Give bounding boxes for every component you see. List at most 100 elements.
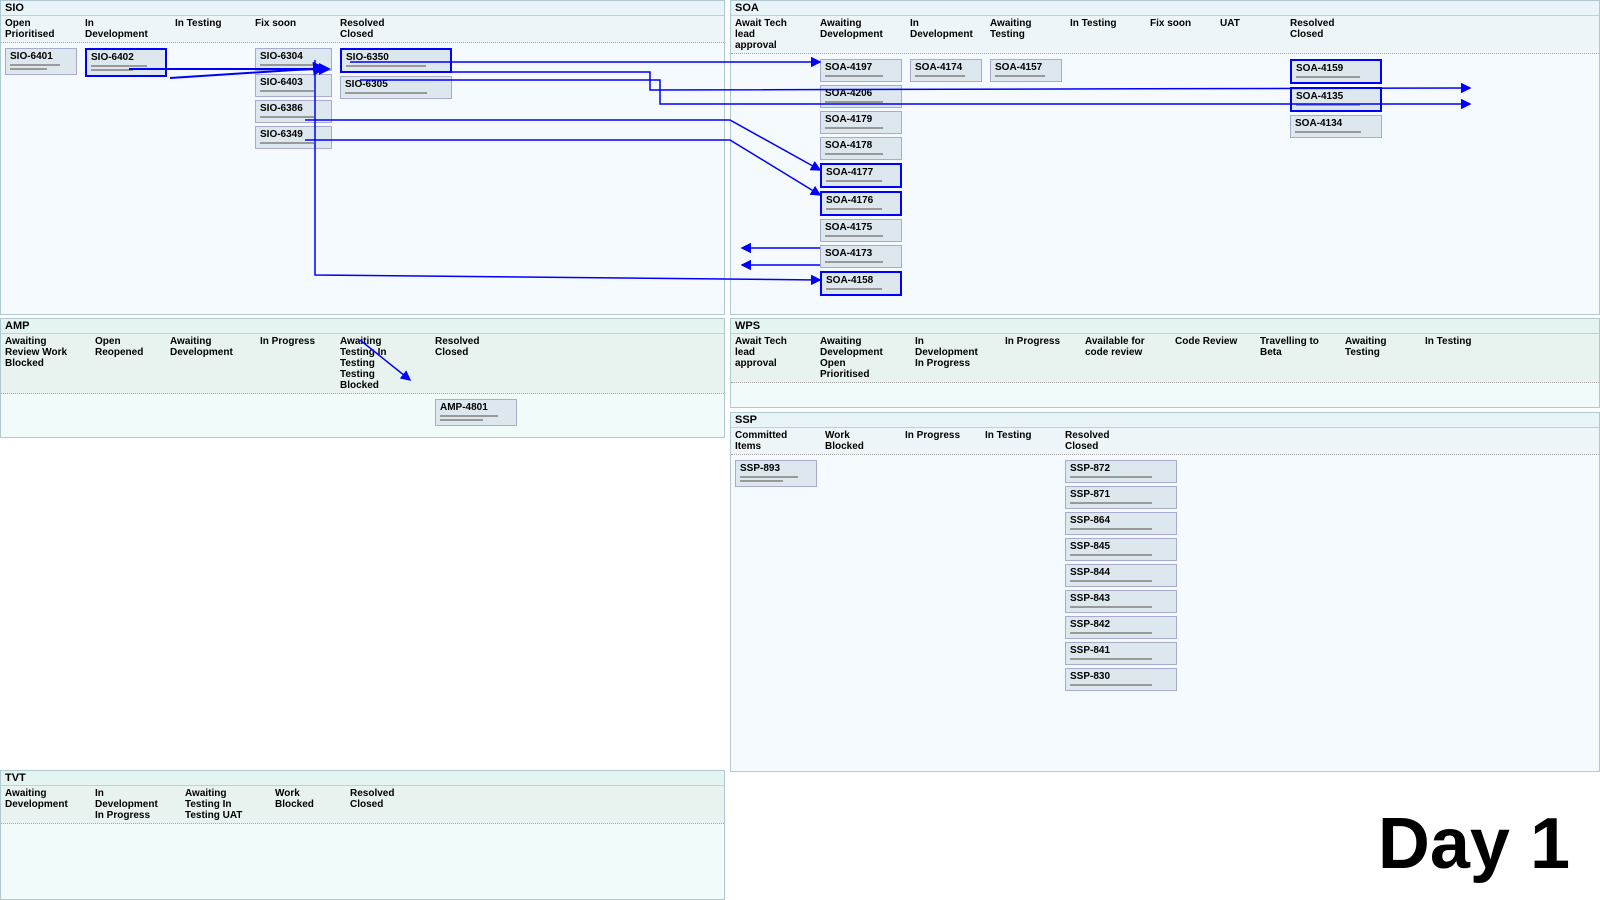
tvt-col-awaittesting: AwaitingTesting InTesting UAT [181,787,271,822]
sio-body-testing [171,46,251,300]
amp-section: AMP AwaitingReview WorkBlocked OpenReope… [0,318,725,438]
ssp-title: SSP [731,413,1599,428]
ssp-body-inprogress [901,458,981,696]
soa-4135[interactable]: SOA-4135 [1290,87,1382,112]
sio-col-dev: InDevelopment [81,17,171,41]
soa-4206[interactable]: SOA-4206 [820,85,902,108]
sio-body-resolved: SIO-6350 SIO-6305 [336,46,456,300]
amp-col-awaitdev: AwaitingDevelopment [166,335,256,392]
sio-6350[interactable]: SIO-6350 [340,48,452,73]
ssp-section: SSP CommittedItems WorkBlocked In Progre… [730,412,1600,772]
ssp-843[interactable]: SSP-843 [1065,590,1177,613]
tvt-section: TVT AwaitingDevelopment InDevelopmentIn … [0,770,725,900]
soa-body-intesting [1066,57,1146,311]
soa-4176[interactable]: SOA-4176 [820,191,902,216]
wps-section: WPS Await Techleadapproval AwaitingDevel… [730,318,1600,408]
wps-col-intesting: In Testing [1421,335,1501,381]
amp-4801[interactable]: AMP-4801 [435,399,517,426]
ssp-872[interactable]: SSP-872 [1065,460,1177,483]
sio-6349[interactable]: SIO-6349 [255,126,332,149]
amp-body-resolved: AMP-4801 [431,397,521,431]
wps-col-indev: InDevelopmentIn Progress [911,335,1001,381]
sio-section: SIO OpenPrioritised InDevelopment In Tes… [0,0,725,315]
ssp-842[interactable]: SSP-842 [1065,616,1177,639]
tvt-col-resolved: ResolvedClosed [346,787,436,822]
ssp-col-workblocked: WorkBlocked [821,429,901,453]
sio-6305[interactable]: SIO-6305 [340,76,452,99]
tvt-col-awaitdev: AwaitingDevelopment [1,787,91,822]
sio-col-fixsoon: Fix soon [251,17,336,41]
sio-6386[interactable]: SIO-6386 [255,100,332,123]
tvt-col-indev: InDevelopmentIn Progress [91,787,181,822]
amp-col-open: OpenReopened [91,335,166,392]
ssp-col-intesting: In Testing [981,429,1061,453]
sio-6304[interactable]: SIO-6304 [255,48,332,71]
soa-col-awaittl: Await Techleadapproval [731,17,816,52]
ssp-893[interactable]: SSP-893 [735,460,817,487]
wps-col-travelling: Travelling toBeta [1256,335,1341,381]
ssp-830[interactable]: SSP-830 [1065,668,1177,691]
ssp-col-inprogress: In Progress [901,429,981,453]
soa-4173[interactable]: SOA-4173 [820,245,902,268]
soa-col-intesting: In Testing [1066,17,1146,52]
sio-6401[interactable]: SIO-6401 [5,48,77,75]
soa-section: SOA Await Techleadapproval AwaitingDevel… [730,0,1600,315]
sio-title: SIO [1,1,724,16]
ssp-body-intesting [981,458,1061,696]
ssp-col-committed: CommittedItems [731,429,821,453]
ssp-864[interactable]: SSP-864 [1065,512,1177,535]
ssp-845[interactable]: SSP-845 [1065,538,1177,561]
wps-col-awaittl: Await Techleadapproval [731,335,816,381]
sio-6402[interactable]: SIO-6402 [85,48,167,77]
tvt-title: TVT [1,771,724,786]
soa-4134[interactable]: SOA-4134 [1290,115,1382,138]
ssp-body-committed: SSP-893 [731,458,821,696]
ssp-844[interactable]: SSP-844 [1065,564,1177,587]
sio-body-fixsoon: SIO-6304 SIO-6403 SIO-6386 SIO-6349 [251,46,336,300]
day-label: Day 1 [1378,803,1570,885]
soa-4177[interactable]: SOA-4177 [820,163,902,188]
amp-col-awaitreview: AwaitingReview WorkBlocked [1,335,91,392]
wps-col-awaittesting: AwaitingTesting [1341,335,1421,381]
soa-body-awaitdev: SOA-4197 SOA-4206 SOA-4179 SOA-4178 SOA-… [816,57,906,311]
soa-body-indev: SOA-4174 [906,57,986,311]
soa-4159[interactable]: SOA-4159 [1290,59,1382,84]
soa-col-awaitdev: AwaitingDevelopment [816,17,906,52]
soa-4197[interactable]: SOA-4197 [820,59,902,82]
ssp-871[interactable]: SSP-871 [1065,486,1177,509]
soa-body-uat [1216,57,1286,311]
ssp-body-resolved: SSP-872 SSP-871 SSP-864 SSP-845 SSP-844 … [1061,458,1181,696]
amp-col-resolved: ResolvedClosed [431,335,521,392]
wps-title: WPS [731,319,1599,334]
soa-4157[interactable]: SOA-4157 [990,59,1062,82]
amp-col-awaittesting: AwaitingTesting InTestingTestingBlocked [336,335,431,392]
soa-body-awaittl [731,57,816,311]
amp-col-inprogress: In Progress [256,335,336,392]
wps-col-inprogress: In Progress [1001,335,1081,381]
sio-col-open: OpenPrioritised [1,17,81,41]
soa-title: SOA [731,1,1599,16]
soa-col-resolved: ResolvedClosed [1286,17,1386,52]
soa-col-fixsoon: Fix soon [1146,17,1216,52]
sio-body-open: SIO-6401 [1,46,81,300]
wps-col-awaitdev: AwaitingDevelopmentOpenPrioritised [816,335,911,381]
soa-body-fixsoon [1146,57,1216,311]
sio-col-resolved: ResolvedClosed [336,17,456,41]
ssp-841[interactable]: SSP-841 [1065,642,1177,665]
soa-col-awaitTest: AwaitingTesting [986,17,1066,52]
sio-6403[interactable]: SIO-6403 [255,74,332,97]
soa-4179[interactable]: SOA-4179 [820,111,902,134]
ssp-col-resolved: ResolvedClosed [1061,429,1181,453]
soa-4175[interactable]: SOA-4175 [820,219,902,242]
soa-body-awaitTest: SOA-4157 [986,57,1066,311]
tvt-col-workblocked: WorkBlocked [271,787,346,822]
sio-col-testing: In Testing [171,17,251,41]
soa-col-uat: UAT [1216,17,1286,52]
sio-body-dev: SIO-6402 [81,46,171,300]
soa-4178[interactable]: SOA-4178 [820,137,902,160]
wps-col-cr: Code Review [1171,335,1256,381]
soa-body-resolved: SOA-4159 SOA-4135 SOA-4134 [1286,57,1386,311]
soa-4158[interactable]: SOA-4158 [820,271,902,296]
soa-4174[interactable]: SOA-4174 [910,59,982,82]
amp-title: AMP [1,319,724,334]
